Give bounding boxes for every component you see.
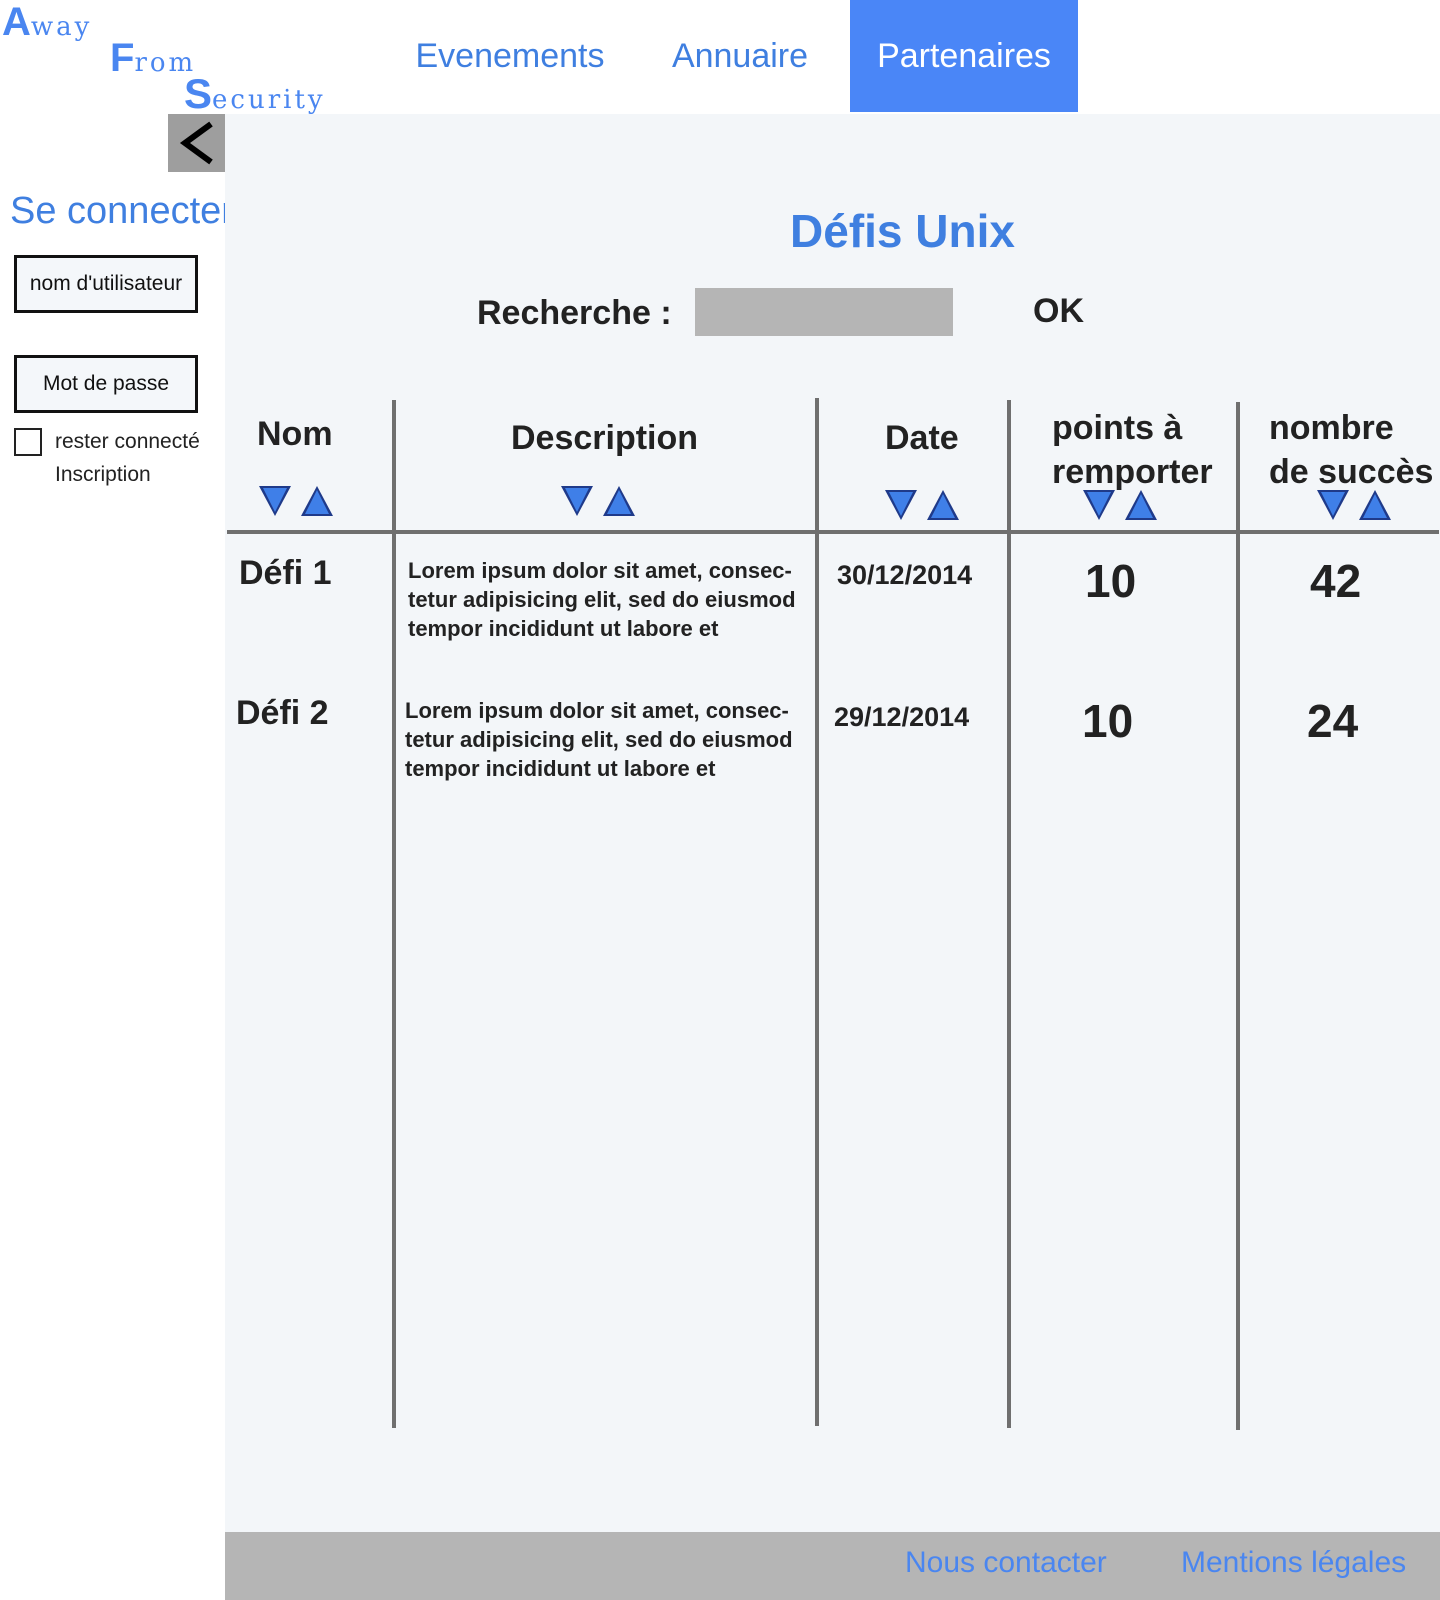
row-2-successes: 24 — [1307, 695, 1359, 747]
row-1-description-line3: tempor incididunt ut labore et — [408, 616, 719, 641]
search-input[interactable] — [695, 288, 953, 336]
column-divider-2 — [815, 398, 819, 1426]
password-input[interactable] — [14, 355, 198, 413]
column-header-points: points à remporter — [1052, 406, 1213, 494]
row-1-date: 30/12/2014 — [837, 560, 973, 590]
sort-controls-nom — [259, 486, 333, 516]
nav-annuaire[interactable]: Annuaire — [640, 0, 840, 112]
sort-down-icon[interactable] — [1317, 490, 1349, 520]
row-2-name[interactable]: Défi 2 — [236, 694, 329, 733]
column-header-successes: nombre de succès — [1269, 406, 1433, 494]
logo-letter-f: F — [110, 36, 135, 80]
sort-controls-date — [885, 490, 959, 520]
footer-legal-link[interactable]: Mentions légales — [1181, 1546, 1406, 1580]
column-header-successes-line2: de succès — [1269, 453, 1434, 491]
column-divider-4 — [1236, 402, 1240, 1430]
sort-up-icon[interactable] — [1359, 490, 1391, 520]
login-title: Se connecter — [10, 190, 234, 232]
register-link[interactable]: Inscription — [55, 463, 151, 487]
row-1-points: 10 — [1085, 555, 1137, 607]
row-1-description-line1: Lorem ipsum dolor sit amet, consec- — [408, 558, 792, 583]
sort-up-icon[interactable] — [301, 486, 333, 516]
logo-line-security: Security — [184, 70, 326, 118]
sort-up-icon[interactable] — [927, 490, 959, 520]
column-header-date: Date — [885, 419, 959, 457]
username-input[interactable] — [14, 255, 198, 313]
logo-word-ecurity: ecurity — [212, 85, 326, 115]
table-header-divider — [227, 530, 1439, 534]
sort-down-icon[interactable] — [1083, 490, 1115, 520]
sort-up-icon[interactable] — [603, 486, 635, 516]
search-ok-button[interactable]: OK — [1033, 292, 1084, 331]
row-2-points: 10 — [1082, 695, 1134, 747]
column-header-points-line2: remporter — [1052, 453, 1213, 491]
remember-me-label: rester connecté — [55, 430, 200, 453]
sort-controls-successes — [1317, 490, 1391, 520]
logo-letter-a: A — [2, 0, 31, 44]
sort-controls-points — [1083, 490, 1157, 520]
row-2-description: Lorem ipsum dolor sit amet, consec- tetu… — [405, 696, 805, 783]
row-1-description-line2: tetur adipisicing elit, sed do eiusmod — [408, 587, 796, 612]
logo-letter-s: S — [184, 70, 213, 117]
logo-line-away: Away — [2, 0, 92, 45]
row-1-name[interactable]: Défi 1 — [239, 554, 332, 593]
row-2-date: 29/12/2014 — [834, 702, 970, 732]
row-1-description: Lorem ipsum dolor sit amet, consec- tetu… — [408, 556, 808, 643]
column-header-description: Description — [511, 419, 699, 457]
page-title: Défis Unix — [790, 205, 1015, 257]
sort-down-icon[interactable] — [259, 486, 291, 516]
remember-me-checkbox[interactable] — [14, 428, 42, 456]
logo-word-way: way — [30, 12, 93, 42]
sort-up-icon[interactable] — [1125, 490, 1157, 520]
site-logo[interactable]: Away From Security — [0, 0, 400, 117]
collapse-sidebar-button[interactable] — [168, 114, 225, 172]
column-header-points-line1: points à — [1052, 409, 1183, 447]
nav-evenements[interactable]: Evenements — [410, 0, 610, 112]
chevron-left-icon — [179, 121, 213, 165]
sort-down-icon[interactable] — [561, 486, 593, 516]
row-1-successes: 42 — [1310, 555, 1362, 607]
column-divider-1 — [392, 400, 396, 1428]
column-header-nom: Nom — [257, 415, 333, 453]
row-2-description-line3: tempor incididunt ut labore et — [405, 756, 716, 781]
sort-controls-description — [561, 486, 635, 516]
sort-down-icon[interactable] — [885, 490, 917, 520]
search-label: Recherche : — [477, 294, 672, 332]
column-header-successes-line1: nombre — [1269, 409, 1394, 447]
footer: Nous contacter Mentions légales — [225, 1532, 1440, 1600]
main-content: Défis Unix Recherche : OK Nom Descriptio… — [225, 114, 1440, 1600]
row-2-description-line1: Lorem ipsum dolor sit amet, consec- — [405, 698, 789, 723]
nav-partenaires[interactable]: Partenaires — [850, 0, 1078, 112]
row-2-description-line2: tetur adipisicing elit, sed do eiusmod — [405, 727, 793, 752]
column-divider-3 — [1007, 400, 1011, 1428]
footer-contact-link[interactable]: Nous contacter — [905, 1546, 1107, 1580]
